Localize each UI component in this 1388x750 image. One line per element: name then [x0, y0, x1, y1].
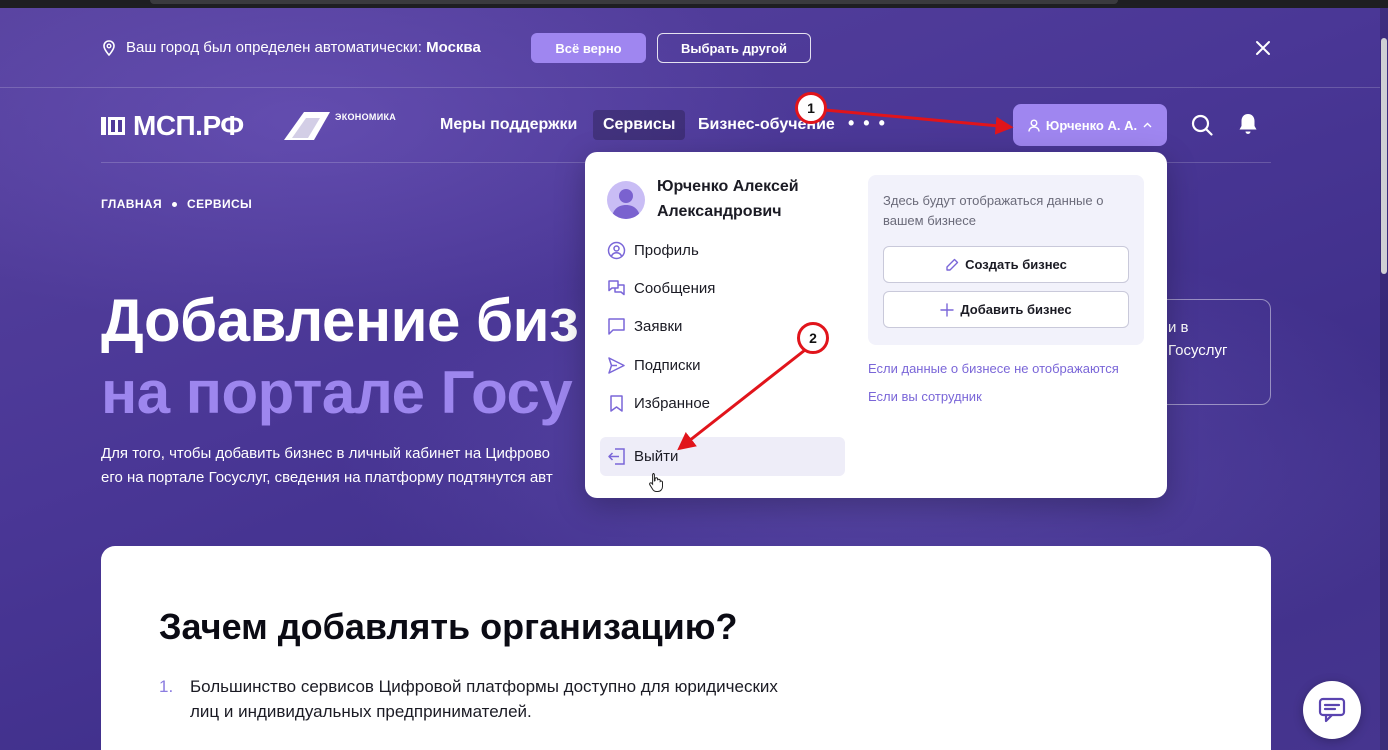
page-title-line2: на портале Госу [101, 359, 573, 426]
menu-item-favorites[interactable]: Избранное [607, 391, 710, 415]
menu-item-label: Профиль [634, 241, 699, 259]
logo-text: МСП.РФ [133, 110, 244, 141]
breadcrumb-separator [172, 201, 178, 207]
nav-support-measures[interactable]: Меры поддержки [440, 110, 577, 140]
list-item-number: 1. [159, 677, 174, 696]
breadcrumb-current: СЕРВИСЫ [187, 197, 253, 211]
menu-item-label: Избранное [634, 394, 711, 412]
applications-icon [608, 317, 625, 335]
pencil-icon [946, 258, 959, 271]
side-card-text-line2: Госуслуг [1168, 342, 1228, 359]
business-not-shown-link[interactable]: Если данные о бизнесе не отображаются [868, 361, 1119, 376]
location-pin-icon [103, 40, 115, 56]
menu-item-label: Заявки [634, 317, 683, 335]
hero-description-line2: его на портале Госуслуг, сведения на пла… [101, 469, 553, 486]
city-bar: Ваш город был определен автоматически: М… [0, 8, 1380, 88]
menu-item-applications[interactable]: Заявки [607, 314, 682, 338]
bell-icon[interactable] [1238, 112, 1258, 136]
national-project-label: ЭКОНОМИКА [335, 112, 397, 122]
add-business-label: Добавить бизнес [960, 302, 1072, 317]
list-item-text-line1: Большинство сервисов Цифровой платформы … [190, 677, 778, 696]
employee-link[interactable]: Если вы сотрудник [868, 389, 982, 404]
chat-button[interactable] [1303, 681, 1361, 739]
side-card-text-line1: и в [1168, 319, 1189, 336]
logout-label: Выйти [634, 448, 679, 465]
hand-cursor-icon [649, 473, 663, 492]
user-full-name-line1: Юрченко Алексей [657, 178, 799, 195]
chat-icon [1318, 697, 1346, 723]
annotation-badge-1: 1 [795, 92, 827, 124]
menu-item-messages[interactable]: Сообщения [607, 276, 715, 300]
send-icon [608, 356, 625, 374]
user-menu-button[interactable]: Юрченко А. А. [1013, 104, 1167, 146]
nav-more-icon[interactable]: • • • [848, 108, 887, 138]
menu-item-label: Подписки [634, 356, 701, 374]
business-info-text: Здесь будут отображаться данные о вашем … [883, 193, 1104, 228]
messages-icon [608, 279, 625, 295]
scrollbar-thumb[interactable] [1381, 38, 1387, 274]
menu-item-profile[interactable]: Профиль [607, 238, 699, 262]
choose-city-button[interactable]: Выбрать другой [657, 33, 811, 63]
logout-icon [608, 448, 625, 465]
create-business-button[interactable]: Создать бизнес [883, 246, 1129, 283]
nav-services[interactable]: Сервисы [593, 110, 686, 140]
menu-item-subscriptions[interactable]: Подписки [607, 353, 701, 377]
logo-mark-icon [101, 117, 125, 135]
city-detected-text: Ваш город был определен автоматически: М… [126, 39, 481, 56]
chevron-up-icon [1143, 122, 1152, 128]
city-name: Москва [426, 39, 481, 56]
scrollbar[interactable] [1380, 8, 1388, 750]
business-panel: Здесь будут отображаться данные о вашем … [868, 175, 1144, 345]
avatar [607, 181, 645, 219]
user-full-name-line2: Александрович [657, 203, 782, 220]
confirm-city-button[interactable]: Всё верно [531, 33, 646, 63]
bookmark-icon [610, 394, 623, 412]
user-menu-label: Юрченко А. А. [1045, 117, 1138, 133]
hero-description-line1: Для того, чтобы добавить бизнес в личный… [101, 445, 550, 462]
create-business-label: Создать бизнес [965, 257, 1067, 272]
logout-button[interactable]: Выйти [600, 437, 845, 476]
user-dropdown-menu: Юрченко Алексей Александрович Профиль Со… [585, 152, 1167, 498]
profile-icon [607, 241, 626, 259]
breadcrumb: ГЛАВНАЯ СЕРВИСЫ [101, 197, 252, 211]
section-title: Зачем добавлять организацию? [159, 606, 738, 647]
close-icon[interactable] [1254, 39, 1272, 57]
user-icon [1028, 119, 1040, 132]
site-logo[interactable]: МСП.РФ [101, 110, 244, 141]
plus-icon [940, 302, 955, 317]
browser-top-edge [0, 0, 1388, 8]
menu-item-label: Сообщения [634, 279, 716, 297]
search-icon[interactable] [1191, 114, 1213, 136]
breadcrumb-home[interactable]: ГЛАВНАЯ [101, 197, 162, 211]
add-business-button[interactable]: Добавить бизнес [883, 291, 1129, 328]
page-title-line1: Добавление биз [101, 287, 579, 354]
list-item-text-line2: лиц и индивидуальных предпринимателей. [190, 702, 532, 721]
annotation-badge-2: 2 [797, 322, 829, 354]
